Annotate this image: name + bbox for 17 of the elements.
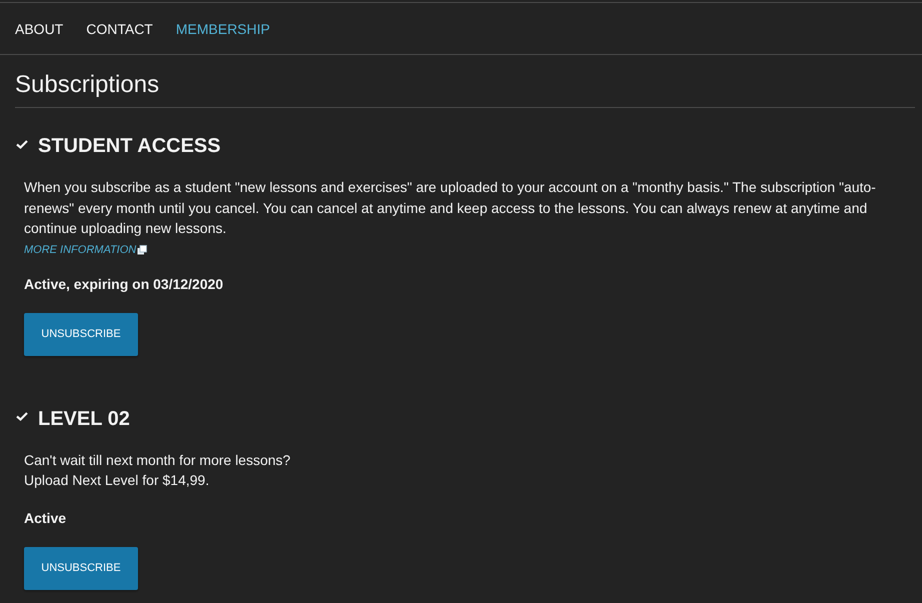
description-text: Can't wait till next month for more lessons? bbox=[24, 450, 292, 470]
check-icon bbox=[16, 140, 28, 148]
more-information-link[interactable]: MORE INFORMATION bbox=[24, 242, 136, 256]
subscription-title: LEVEL 02 bbox=[38, 406, 130, 430]
nav-link[interactable]: CONTACT bbox=[86, 20, 153, 38]
nav-link[interactable]: ABOUT bbox=[15, 20, 64, 38]
description-text: When you subscribe as a student "new lessons and exercises" are uploaded to your account on a "monthy basis." The subscription "auto-renews" every month until you cancel. You can cancel at anytime and keep access to the lessons. You can always renew at anytime and continue uploading new lessons. bbox=[24, 178, 877, 238]
subscription-title: STUDENT ACCESS bbox=[38, 134, 221, 158]
description-text: Upload Next Level for $14,99. bbox=[24, 471, 210, 490]
unsubscribe-button[interactable]: UNSUBSCRIBE bbox=[24, 546, 138, 590]
nav-link[interactable]: MEMBERSHIP bbox=[176, 20, 270, 38]
page-title: Subscriptions bbox=[15, 70, 915, 108]
check-icon bbox=[16, 412, 28, 421]
status-text: Active bbox=[24, 508, 68, 526]
unsubscribe-button[interactable]: UNSUBSCRIBE bbox=[24, 312, 138, 356]
status-text: Active, expiring on 03/12/2020 bbox=[24, 274, 224, 292]
external-link-icon bbox=[137, 244, 148, 254]
